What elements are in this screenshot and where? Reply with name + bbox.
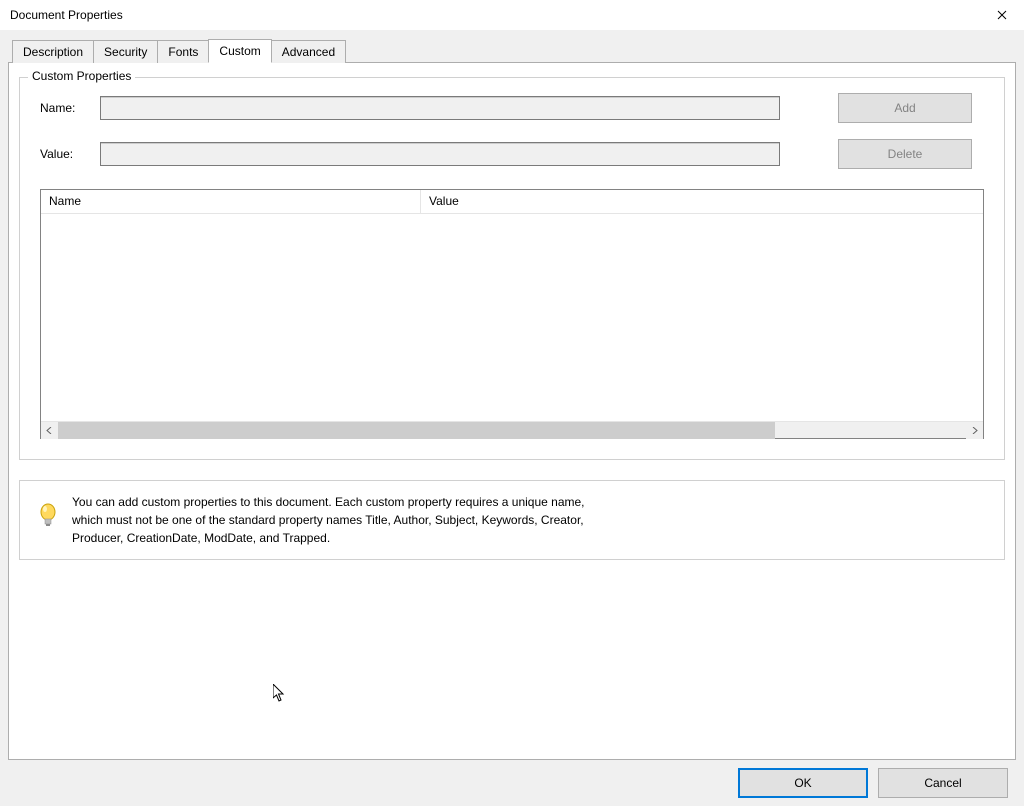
close-button[interactable] — [979, 0, 1024, 30]
content-area: Description Security Fonts Custom Advanc… — [0, 30, 1024, 760]
tab-custom[interactable]: Custom — [208, 39, 271, 63]
scroll-track[interactable] — [58, 422, 966, 438]
titlebar: Document Properties — [0, 0, 1024, 30]
lightbulb-icon — [38, 503, 58, 532]
name-row: Name: Add — [40, 93, 984, 123]
list-header: Name Value — [41, 190, 983, 214]
column-header-value[interactable]: Value — [421, 190, 983, 213]
custom-properties-group: Custom Properties Name: Add Value: Delet… — [19, 77, 1005, 460]
scroll-thumb[interactable] — [58, 422, 775, 439]
properties-list[interactable]: Name Value — [40, 189, 984, 439]
scroll-left-button[interactable] — [41, 422, 58, 439]
value-input[interactable] — [100, 142, 780, 166]
tab-fonts[interactable]: Fonts — [157, 40, 209, 63]
tabstrip: Description Security Fonts Custom Advanc… — [8, 36, 1016, 62]
value-row: Value: Delete — [40, 139, 984, 169]
value-label: Value: — [40, 147, 100, 161]
list-body — [41, 214, 983, 421]
group-legend: Custom Properties — [28, 69, 135, 83]
info-text: You can add custom properties to this do… — [72, 493, 592, 547]
tab-security[interactable]: Security — [93, 40, 158, 63]
window-title: Document Properties — [10, 8, 123, 22]
info-box: You can add custom properties to this do… — [19, 480, 1005, 560]
close-icon — [997, 10, 1007, 20]
tab-description[interactable]: Description — [12, 40, 94, 63]
add-button[interactable]: Add — [838, 93, 972, 123]
scroll-right-button[interactable] — [966, 422, 983, 439]
chevron-left-icon — [46, 427, 53, 434]
column-header-name[interactable]: Name — [41, 190, 421, 213]
dialog-window: Document Properties Description Security… — [0, 0, 1024, 806]
name-input[interactable] — [100, 96, 780, 120]
cancel-button[interactable]: Cancel — [878, 768, 1008, 798]
tab-advanced[interactable]: Advanced — [271, 40, 346, 63]
ok-button[interactable]: OK — [738, 768, 868, 798]
delete-button[interactable]: Delete — [838, 139, 972, 169]
dialog-buttons: OK Cancel — [0, 760, 1024, 806]
name-label: Name: — [40, 101, 100, 115]
chevron-right-icon — [971, 427, 978, 434]
tabpanel-custom: Custom Properties Name: Add Value: Delet… — [8, 62, 1016, 760]
horizontal-scrollbar[interactable] — [41, 421, 983, 438]
